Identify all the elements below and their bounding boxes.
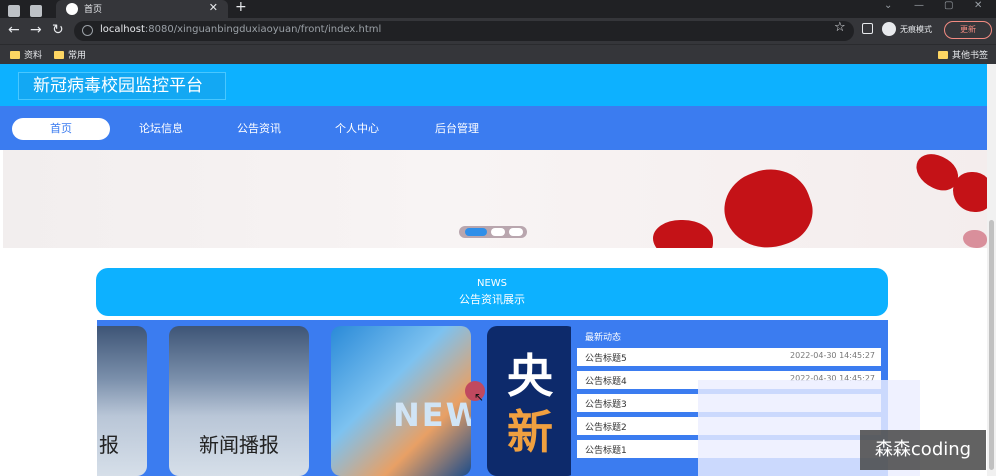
tab-title: 首页 — [84, 5, 103, 15]
list-item-title: 公告标题2 — [585, 423, 627, 433]
minimize-icon[interactable]: — — [914, 0, 924, 11]
nav-item-home[interactable]: 首页 — [12, 118, 110, 140]
news-header-en: NEWS — [476, 278, 508, 289]
news-card-label: 新闻播报 — [199, 433, 279, 457]
watermark: 森森coding — [860, 430, 986, 470]
chrome-icon[interactable] — [8, 5, 20, 17]
close-window-icon[interactable]: ✕ — [974, 0, 982, 11]
news-section-header: NEWS 公告资讯展示 — [96, 268, 888, 316]
tab-search-icon[interactable] — [30, 5, 42, 17]
favicon-icon — [66, 3, 78, 15]
mouse-pointer-icon: ↖ — [474, 390, 485, 404]
list-item[interactable]: 公告标题5 2022-04-30 14:45:27 — [577, 348, 881, 366]
rose-petal — [653, 220, 713, 248]
news-header-zh: 公告资讯展示 — [459, 293, 525, 306]
rose-petal — [953, 172, 987, 212]
url-text: localhost:8080/xinguanbingduxiaoyuan/fro… — [100, 24, 382, 35]
news-card[interactable]: NEW — [331, 326, 471, 476]
maximize-icon[interactable]: ▢ — [944, 0, 953, 11]
news-card[interactable]: 新闻播报 — [169, 326, 309, 476]
list-item-title: 公告标题3 — [585, 400, 627, 410]
news-image-strip: 报 新闻播报 NEW 央 新 — [97, 320, 571, 476]
nav-item-personal-center[interactable]: 个人中心 — [320, 118, 394, 140]
site-header: 新冠病毒校园监控平台 — [0, 64, 996, 106]
browser-tab-bar: 首页 ✕ + ⌄ — ▢ ✕ — [0, 0, 996, 18]
news-card-label: 报 — [99, 433, 119, 457]
bookmarks-bar: 资料 常用 其他书签 — [0, 44, 996, 64]
list-item-title: 公告标题4 — [585, 377, 627, 387]
carousel-dot[interactable] — [509, 228, 523, 236]
close-tab-icon[interactable]: ✕ — [209, 1, 218, 14]
update-button[interactable]: 更新 — [944, 21, 992, 39]
bookmark-folder-2[interactable]: 常用 — [54, 48, 86, 61]
rose-petal — [714, 157, 822, 248]
nav-item-admin[interactable]: 后台管理 — [420, 118, 494, 140]
page-scrollbar[interactable] — [987, 64, 996, 476]
forward-icon[interactable]: → — [30, 22, 42, 38]
url-bar[interactable]: localhost:8080/xinguanbingduxiaoyuan/fro… — [74, 21, 854, 41]
incognito-icon — [882, 22, 896, 36]
reload-icon[interactable]: ↻ — [52, 22, 64, 38]
carousel-banner[interactable] — [3, 150, 987, 248]
bookmark-star-icon[interactable]: ☆ — [834, 20, 846, 35]
nav-item-announcements[interactable]: 公告资讯 — [222, 118, 296, 140]
chevron-down-icon[interactable]: ⌄ — [884, 0, 892, 11]
news-card[interactable]: 报 — [97, 326, 147, 476]
folder-icon — [10, 51, 20, 59]
info-icon[interactable] — [82, 25, 93, 36]
other-bookmarks[interactable]: 其他书签 — [938, 48, 988, 61]
address-toolbar: ← → ↻ localhost:8080/xinguanbingduxiaoyu… — [0, 18, 996, 44]
folder-icon — [938, 51, 948, 59]
folder-icon — [54, 51, 64, 59]
side-panel-icon[interactable] — [862, 23, 873, 34]
incognito-label: 无痕模式 — [900, 25, 932, 34]
scrollbar-thumb[interactable] — [989, 220, 994, 470]
news-card-text: 新 — [507, 405, 553, 459]
carousel-dot[interactable] — [465, 228, 487, 236]
list-item-title: 公告标题5 — [585, 354, 627, 364]
browser-tab[interactable]: 首页 ✕ — [56, 0, 228, 18]
latest-updates-title: 最新动态 — [585, 333, 622, 343]
carousel-dot[interactable] — [491, 228, 505, 236]
main-nav: 首页 论坛信息 公告资讯 个人中心 后台管理 — [0, 106, 996, 150]
new-tab-icon[interactable]: + — [235, 0, 247, 15]
carousel-indicators — [459, 226, 527, 238]
list-item-title: 公告标题1 — [585, 446, 627, 456]
news-card[interactable]: 央 新 — [487, 326, 571, 476]
back-icon[interactable]: ← — [8, 22, 20, 38]
news-card-text: NEW — [393, 396, 471, 434]
list-item-date: 2022-04-30 14:45:27 — [790, 351, 875, 360]
rose-petal — [963, 230, 987, 248]
nav-item-forum[interactable]: 论坛信息 — [124, 118, 198, 140]
bookmark-folder-1[interactable]: 资料 — [10, 48, 42, 61]
site-title: 新冠病毒校园监控平台 — [18, 72, 226, 100]
